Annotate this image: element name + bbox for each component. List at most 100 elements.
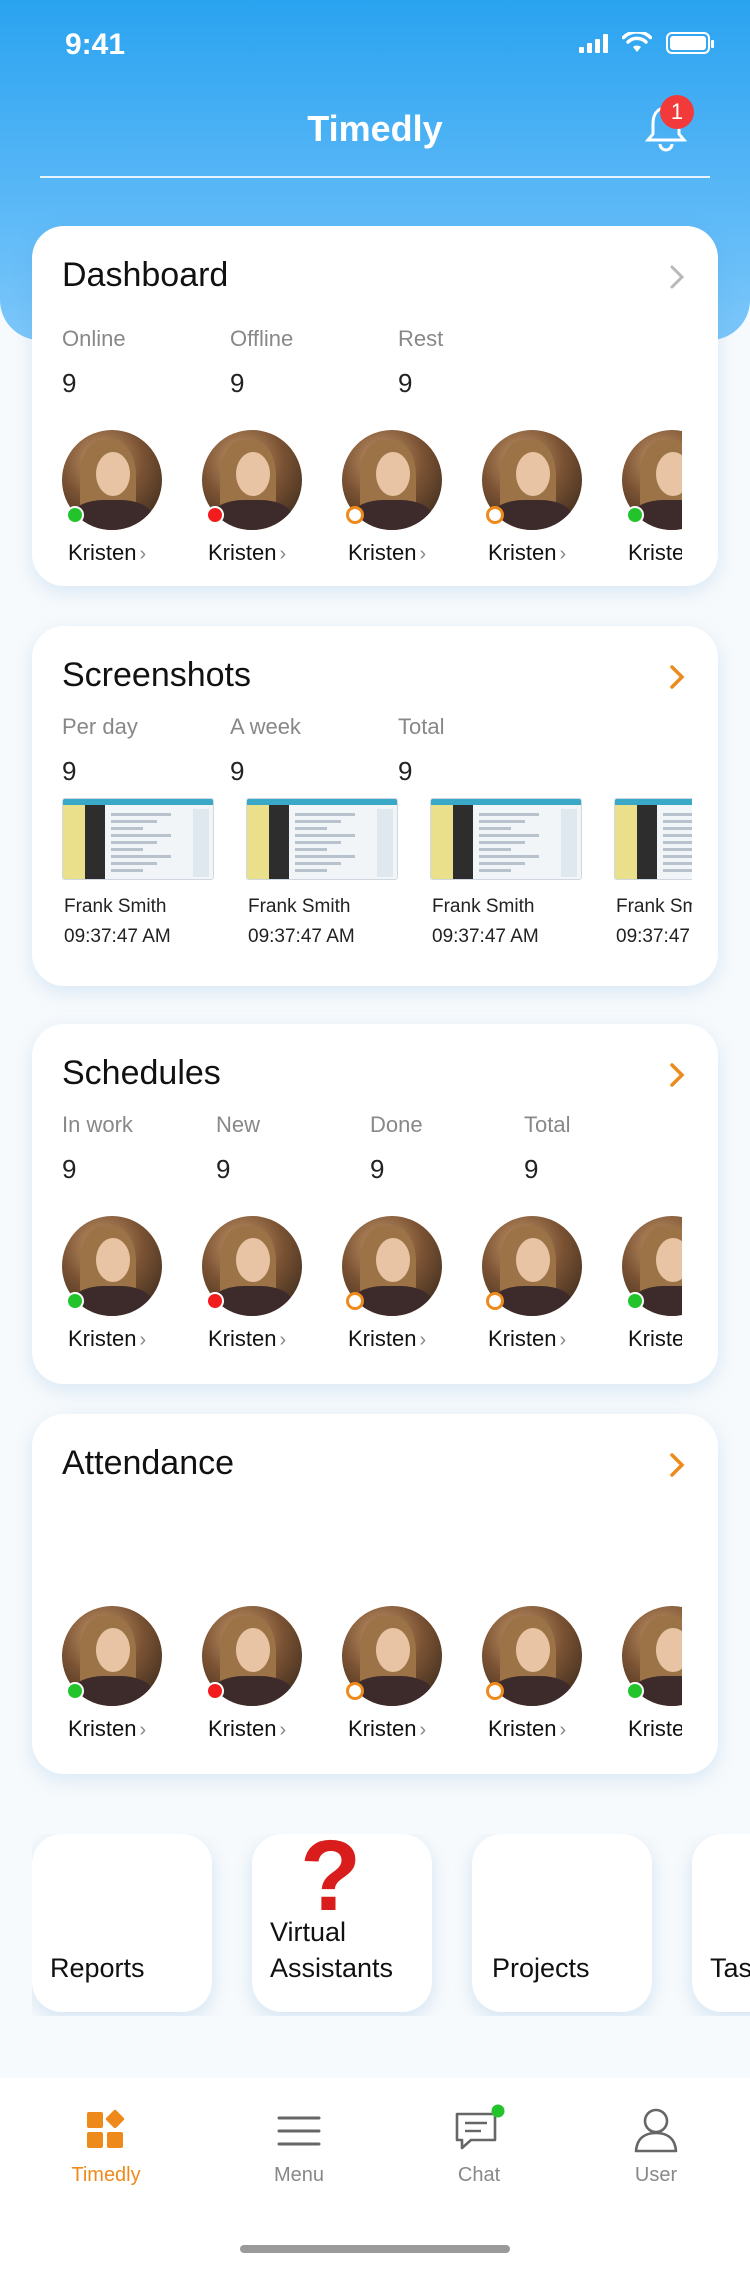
screenshot-user-name: Frank Smith [248, 896, 351, 917]
dashboard-title: Dashboard [62, 256, 229, 294]
person-item[interactable]: Kristen› [622, 1216, 682, 1356]
status-indicator [346, 1682, 364, 1700]
home-indicator [240, 2245, 510, 2253]
quick-action-reports[interactable]: Reports [32, 1834, 212, 2012]
screenshot-item[interactable]: Frank Smith 09:37:47 AM [62, 798, 214, 968]
screenshot-user-name: Frank Smith [616, 896, 692, 917]
person-item[interactable]: Kristen› [202, 1606, 312, 1746]
chevron-right-icon[interactable] [666, 262, 688, 292]
screenshot-thumbnail [614, 798, 692, 880]
chevron-right-icon: › [139, 543, 147, 565]
tab-label: Timedly [71, 2164, 141, 2186]
stat-value-total: 9 [398, 756, 413, 786]
person-name: Kristen› [208, 1716, 287, 1741]
person-item[interactable]: Kristen› [342, 1216, 452, 1356]
stat-value-new: 9 [216, 1154, 231, 1184]
screenshot-time: 09:37:47 AM [248, 926, 355, 947]
person-name: Kristen› [488, 1326, 567, 1351]
chevron-right-icon: › [559, 1329, 567, 1351]
notification-badge: 1 [660, 95, 694, 129]
quick-action-projects[interactable]: Projects [472, 1834, 652, 2012]
chevron-right-icon: › [419, 1329, 427, 1351]
stat-label-online: Online [62, 326, 126, 351]
person-item[interactable]: Kristen› [62, 1216, 172, 1356]
chevron-right-icon: › [419, 543, 427, 565]
status-indicator [346, 506, 364, 524]
status-indicator [626, 1292, 644, 1310]
chevron-right-icon[interactable] [666, 662, 688, 692]
wifi-icon [622, 32, 652, 52]
screenshot-item[interactable]: Frank Smith 09:37:47 AM [246, 798, 398, 968]
person-item[interactable]: Kristen› [342, 1606, 452, 1746]
tab-bar: Timedly Menu Chat User [0, 2078, 750, 2270]
stat-value-done: 9 [370, 1154, 385, 1184]
battery-icon [666, 32, 714, 54]
screenshot-time: 09:37:47 AM [432, 926, 539, 947]
person-name: Kristen› [208, 540, 287, 565]
status-bar: 9:41 [0, 0, 750, 90]
chevron-right-icon: › [419, 1719, 427, 1741]
person-item[interactable]: Kristen› [482, 430, 592, 570]
stat-label-rest: Rest [398, 326, 444, 351]
screenshot-item[interactable]: Frank Smith 09:37:47 AM [430, 798, 582, 968]
menu-icon [276, 2108, 322, 2154]
schedules-card[interactable]: Schedules In work 9 New 9 Done 9 Total 9… [32, 1024, 718, 1384]
person-name: Kristen› [348, 1716, 427, 1741]
stat-value-offline: 9 [230, 368, 245, 398]
stat-label-in-work: In work [62, 1112, 133, 1137]
status-indicator [486, 1682, 504, 1700]
person-name: Kristen› [488, 540, 567, 565]
attendance-title: Attendance [62, 1444, 235, 1482]
stat-value-rest: 9 [398, 368, 413, 398]
person-item[interactable]: Kristen› [622, 430, 682, 570]
screenshot-time: 09:37:47 AM [616, 926, 692, 947]
screenshot-item[interactable]: Frank Smith 09:37:47 AM [614, 798, 692, 968]
stat-value-per-day: 9 [62, 756, 77, 786]
person-item[interactable]: Kristen› [482, 1216, 592, 1356]
chat-icon [455, 2104, 505, 2154]
tab-label: Menu [273, 2164, 325, 2186]
user-icon [633, 2108, 679, 2154]
person-name: Kristen› [68, 540, 147, 565]
apps-icon [83, 2108, 129, 2154]
person-item[interactable]: Kristen› [62, 430, 172, 570]
person-name: Kristen› [628, 540, 682, 565]
screenshot-time: 09:37:47 AM [64, 926, 171, 947]
attendance-card[interactable]: Attendance Kristen › Kristen › Kristen › Krist… [32, 1414, 718, 1774]
person-item[interactable]: Kristen› [62, 1606, 172, 1746]
screenshots-title: Screenshots [62, 656, 251, 694]
quick-actions-row: Reports ? Virtual Assistants Projects Ta… [32, 1834, 750, 2016]
dashboard-card[interactable]: Dashboard Online 9 Offline 9 Rest 9 Kris… [32, 226, 718, 586]
quick-action-label: Projects [492, 1953, 590, 1983]
quick-action-tasks[interactable]: Tasks [692, 1834, 750, 2012]
screenshots-card[interactable]: Screenshots Per day 9 A week 9 Total 9 F… [32, 626, 718, 986]
person-item[interactable]: Kristen› [622, 1606, 682, 1746]
quick-action-virtual-assistants[interactable]: ? Virtual Assistants [252, 1834, 432, 2012]
header-divider [40, 176, 710, 178]
person-item[interactable]: Kristen› [202, 1216, 312, 1356]
tab-timedly[interactable]: Timedly [46, 2108, 166, 2187]
stat-label-offline: Offline [230, 326, 294, 351]
stat-label-new: New [216, 1112, 261, 1137]
app-title: Timedly [307, 108, 443, 149]
tab-menu[interactable]: Menu [239, 2108, 359, 2187]
screenshots-row: Frank Smith 09:37:47 AM Frank Smith 09:37:4… [62, 798, 692, 968]
person-item[interactable]: Kristen› [202, 430, 312, 570]
stat-value-in-work: 9 [62, 1154, 77, 1184]
screenshot-thumbnail [430, 798, 582, 880]
person-item[interactable]: Kristen› [342, 430, 452, 570]
stat-label-total: Total [524, 1112, 571, 1137]
chevron-right-icon[interactable] [666, 1450, 688, 1480]
tab-chat[interactable]: Chat [419, 2104, 539, 2187]
status-icons [579, 32, 714, 54]
status-indicator [66, 506, 84, 524]
chevron-right-icon: › [279, 1329, 287, 1351]
attendance-people-row: Kristen› Kristen› Kristen› Kristen› Kristen› [62, 1606, 682, 1746]
stat-value-total: 9 [524, 1154, 539, 1184]
chevron-right-icon[interactable] [666, 1060, 688, 1090]
schedules-people-row: Kristen› Kristen› Kristen› Kristen› Kristen› [62, 1216, 682, 1356]
person-item[interactable]: Kristen› [482, 1606, 592, 1746]
quick-action-label: Virtual Assistants [270, 1917, 394, 1983]
tab-user[interactable]: User [596, 2108, 716, 2187]
status-indicator [66, 1292, 84, 1310]
